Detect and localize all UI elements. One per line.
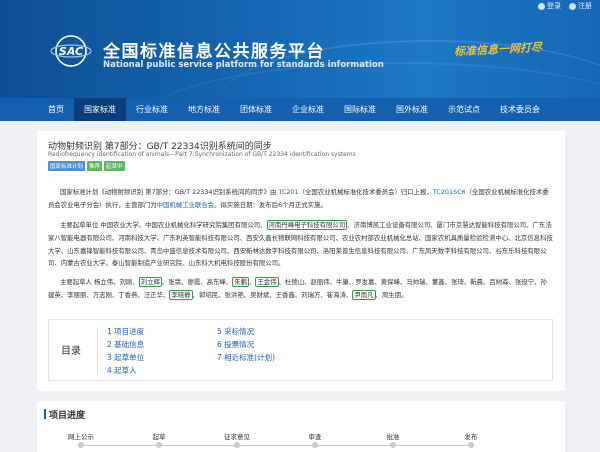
toc-item-adoption[interactable]: 5 采标情况 [217,325,275,338]
main-nav: 首页 国家标准 行业标准 地方标准 团体标准 企业标准 国际标准 国外标准 示范… [0,98,600,121]
register-link[interactable]: 注册 [569,1,592,11]
text-span: 主要起草单位 中国农业大学、中国农业机械化科学研究院集团有限公司、 [60,221,267,229]
tag-drafting: 起草中 [104,161,125,171]
drafting-units-paragraph: 主要起草单位 中国农业大学、中国农业机械化科学研究院集团有限公司、 河南丹峰电子科… [48,219,553,270]
step-label-review: 审查 [308,433,322,441]
highlighted-drafter: 尹雨凡 [352,289,376,300]
toc-divider [97,328,98,374]
progress-steps: 网上公示 起草 征求意见 审查 批准 发布 [37,431,565,451]
top-user-bar: 登录 注册 [538,0,600,12]
highlighted-unit: 河南丹峰电子科技有限公司 [266,220,348,230]
toc-column-1: 1 项目进度 2 基础信息 3 起草单位 4 起草人 [107,325,144,377]
step-label-drafting: 起草 [152,433,166,441]
standard-title-en: Radiofrequency identification of animals… [48,151,356,158]
toc-item-progress[interactable]: 1 项目进度 [107,325,144,338]
nav-item-national-standards[interactable]: 国家标准 [74,98,126,121]
progress-track [81,445,471,446]
nav-item-international-standards[interactable]: 国际标准 [334,98,386,121]
project-progress-section: 项目进度 网上公示 起草 征求意见 审查 批准 发布 [37,401,565,452]
login-link[interactable]: 登录 [538,1,561,11]
login-label: 登录 [547,2,561,10]
step-dot [156,442,162,448]
site-subtitle: National public service platform for sta… [103,60,384,70]
toc-item-drafting-units[interactable]: 3 起草单位 [107,351,144,364]
site-header: 登录 注册 SAC 全国标准信息公共服务平台 National public s… [0,0,600,98]
nav-item-local-standards[interactable]: 地方标准 [178,98,230,121]
toc-column-2: 5 采标情况 6 投票情况 7 相近标准(计划) [217,325,275,364]
standard-tags: 国家标准计划 推荐 起草中 [48,161,125,171]
highlighted-drafter: 王金伟 [255,277,279,287]
step-dot [390,442,396,448]
nav-item-home[interactable]: 首页 [38,98,74,121]
nav-item-pilot-demo[interactable]: 示范试点 [438,98,490,121]
sac-logo[interactable]: SAC [50,35,92,67]
progress-title: 项目进度 [43,408,85,421]
toc-label: 目录 [61,346,81,357]
step-label-approval: 批准 [386,433,400,441]
toc-item-voting[interactable]: 6 投票情况 [217,338,275,351]
highlighted-drafter: 李晓静 [169,289,193,300]
table-of-contents: 目录 1 项目进度 2 基础信息 3 起草单位 4 起草人 5 采标情况 6 投… [48,319,553,381]
drafters-paragraph: 主要起草人 杨立伟、刘刚、 刘立辉 、张翡、廖霞、高东峰、 朱鹏、王金伟 、杜德山、赵丽… [48,276,553,302]
step-label-release: 发布 [464,433,478,441]
nav-item-group-standards[interactable]: 团体标准 [230,98,282,121]
tag-plan: 国家标准计划 [48,161,86,171]
text-span: 、周生朋。 [375,290,408,299]
step-label-consultation: 征求意见 [224,433,250,441]
register-label: 注册 [578,2,592,10]
step-dot [312,442,318,448]
site-title: 全国标准信息公共服务平台 [103,42,325,62]
highlighted-drafter: 刘立辉 [138,277,162,287]
text-span: 、张翡、廖霞、高东峰、 [161,278,233,286]
text-span: 。拟实施日期：发布后6个月正式实施。 [214,200,327,209]
step-dot [234,442,240,448]
description-paragraph: 国家标准计划《动物射频识别 第7部分：GB/T 22334识别系统间的同步》由 … [48,186,553,212]
nav-item-technical-committee[interactable]: 技术委员会 [490,98,550,121]
standard-detail-card: 动物射频识别 第7部分：GB/T 22334识别系统间的同步 Radiofreq… [37,131,565,391]
text-span: 主要起草人 杨立伟、刘刚、 [60,278,139,286]
nav-item-industry-standards[interactable]: 行业标准 [126,98,178,121]
highlighted-drafter: 朱鹏 [232,277,249,287]
user-icon [538,2,545,10]
text-span: 国家标准计划《动物射频识别 第7部分：GB/T 22334识别系统间的同步》由 [60,188,279,196]
logo-text: SAC [59,45,83,58]
step-label-public: 网上公示 [68,433,94,441]
toc-item-basic-info[interactable]: 2 基础信息 [107,338,144,351]
step-dot [78,442,84,448]
authority-link[interactable]: 中国机械工业联合会 [157,201,215,209]
nav-item-enterprise-standards[interactable]: 企业标准 [282,98,334,121]
tag-recommended: 推荐 [87,161,103,171]
text-span: （全国农业机械标准化技术委员会）归口上报， [298,188,433,196]
text-span: 、郭绍民、张洪艳、吴财斌、王香鑫、刘瑞方、崔海涛、 [192,290,353,299]
edit-icon [569,2,576,10]
step-dot [468,442,474,448]
nav-item-foreign-standards[interactable]: 国外标准 [386,98,438,121]
tc201-link[interactable]: TC201 [278,188,298,196]
toc-item-drafters[interactable]: 4 起草人 [107,364,144,377]
toc-item-related-standards[interactable]: 7 相近标准(计划) [217,351,275,364]
tc201sc6-link[interactable]: TC201SC6 [433,188,466,196]
